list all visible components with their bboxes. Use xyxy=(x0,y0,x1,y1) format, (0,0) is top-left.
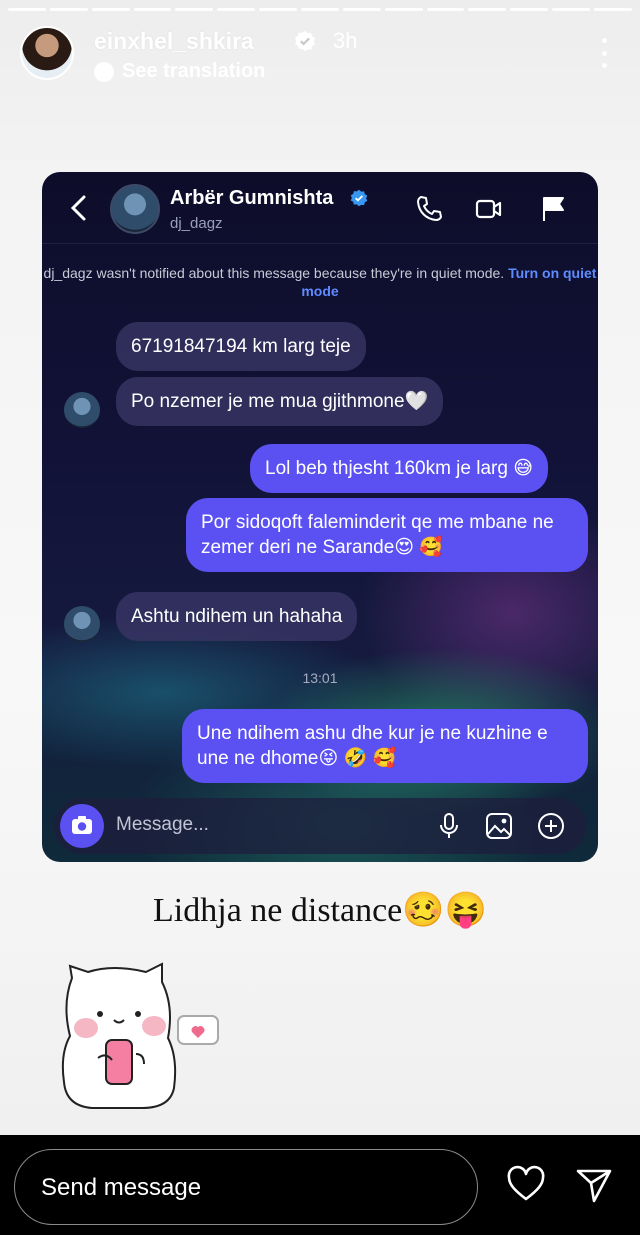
chat-header: Arbër Gumnishta dj_dagz xyxy=(42,172,598,244)
progress-segment xyxy=(468,8,507,11)
message-placeholder: Message... xyxy=(116,814,209,835)
translate-icon xyxy=(94,61,114,82)
progress-segment xyxy=(594,8,632,11)
message-bubble-incoming: 67191847194 km larg teje xyxy=(116,322,366,371)
message-bubble-outgoing: Por sidoqoft faleminderit qe me mbane ne… xyxy=(186,498,588,572)
message-timestamp: 13:01 xyxy=(302,670,338,686)
verified-badge-icon xyxy=(294,30,316,52)
contact-avatar xyxy=(110,184,160,234)
flag-icon xyxy=(543,197,564,221)
message-bubble-incoming: Ashtu ndihem un hahaha xyxy=(116,592,358,641)
progress-segment xyxy=(426,8,465,11)
story-frame: einxhel_shkira 3h See translation Arbër … xyxy=(0,0,640,1135)
camera-button xyxy=(60,804,104,848)
message-bubble-outgoing: Une ndihem ashu dhe kur je ne kuzhine e … xyxy=(182,709,588,783)
progress-segment xyxy=(510,8,549,11)
progress-segment xyxy=(259,8,298,11)
progress-segment xyxy=(342,8,381,11)
progress-segment xyxy=(217,8,256,11)
story-username[interactable]: einxhel_shkira xyxy=(94,28,254,55)
microphone-icon xyxy=(440,813,458,838)
verified-badge-icon xyxy=(350,189,368,207)
progress-segment xyxy=(8,8,46,11)
see-translation-label: See translation xyxy=(122,60,266,82)
back-arrow-icon xyxy=(70,195,86,221)
share-icon[interactable] xyxy=(574,1165,614,1205)
quiet-mode-notice: dj_dagz wasn't notified about this messa… xyxy=(42,264,598,300)
progress-segment xyxy=(384,8,423,11)
progress-segment xyxy=(552,8,591,11)
message-bubble-outgoing: Lol beb thjesht 160km je larg 😅 xyxy=(250,444,549,493)
story-timestamp: 3h xyxy=(333,28,358,53)
story-header: einxhel_shkira 3h See translation xyxy=(20,26,620,86)
message-composer: Message... xyxy=(54,798,586,854)
see-translation-link[interactable]: See translation xyxy=(94,60,265,83)
contact-mini-avatar xyxy=(64,606,100,642)
story-caption: Lidhja ne distance🥴😝 xyxy=(153,892,487,929)
video-call-icon xyxy=(475,199,502,219)
quiet-mode-text: dj_dagz wasn't notified about this messa… xyxy=(43,265,505,281)
send-message-input[interactable]: Send message xyxy=(14,1149,478,1225)
progress-segment xyxy=(133,8,172,11)
contact-handle: dj_dagz xyxy=(170,215,223,232)
add-icon xyxy=(538,813,564,839)
more-options-icon[interactable] xyxy=(600,38,608,68)
contact-mini-avatar xyxy=(64,392,100,428)
camera-icon xyxy=(72,816,92,834)
phone-icon xyxy=(417,196,442,221)
story-author-avatar[interactable] xyxy=(20,26,74,80)
cat-phone-sticker xyxy=(61,962,219,1109)
chat-screenshot: Arbër Gumnishta dj_dagz dj_dagz wasn't n… xyxy=(42,172,598,862)
progress-segment xyxy=(91,8,130,11)
contact-name: Arbër Gumnishta xyxy=(170,187,334,209)
heart-icon[interactable] xyxy=(506,1165,546,1205)
send-message-placeholder: Send message xyxy=(41,1174,202,1201)
progress-segment xyxy=(175,8,214,11)
message-bubble-incoming: Po nzemer je me mua gjithmone🤍 xyxy=(116,377,444,426)
progress-segment xyxy=(49,8,88,11)
story-progress-bar xyxy=(8,8,632,11)
progress-segment xyxy=(301,8,339,11)
gallery-icon xyxy=(486,813,512,839)
reply-bar: Send message xyxy=(0,1135,640,1235)
